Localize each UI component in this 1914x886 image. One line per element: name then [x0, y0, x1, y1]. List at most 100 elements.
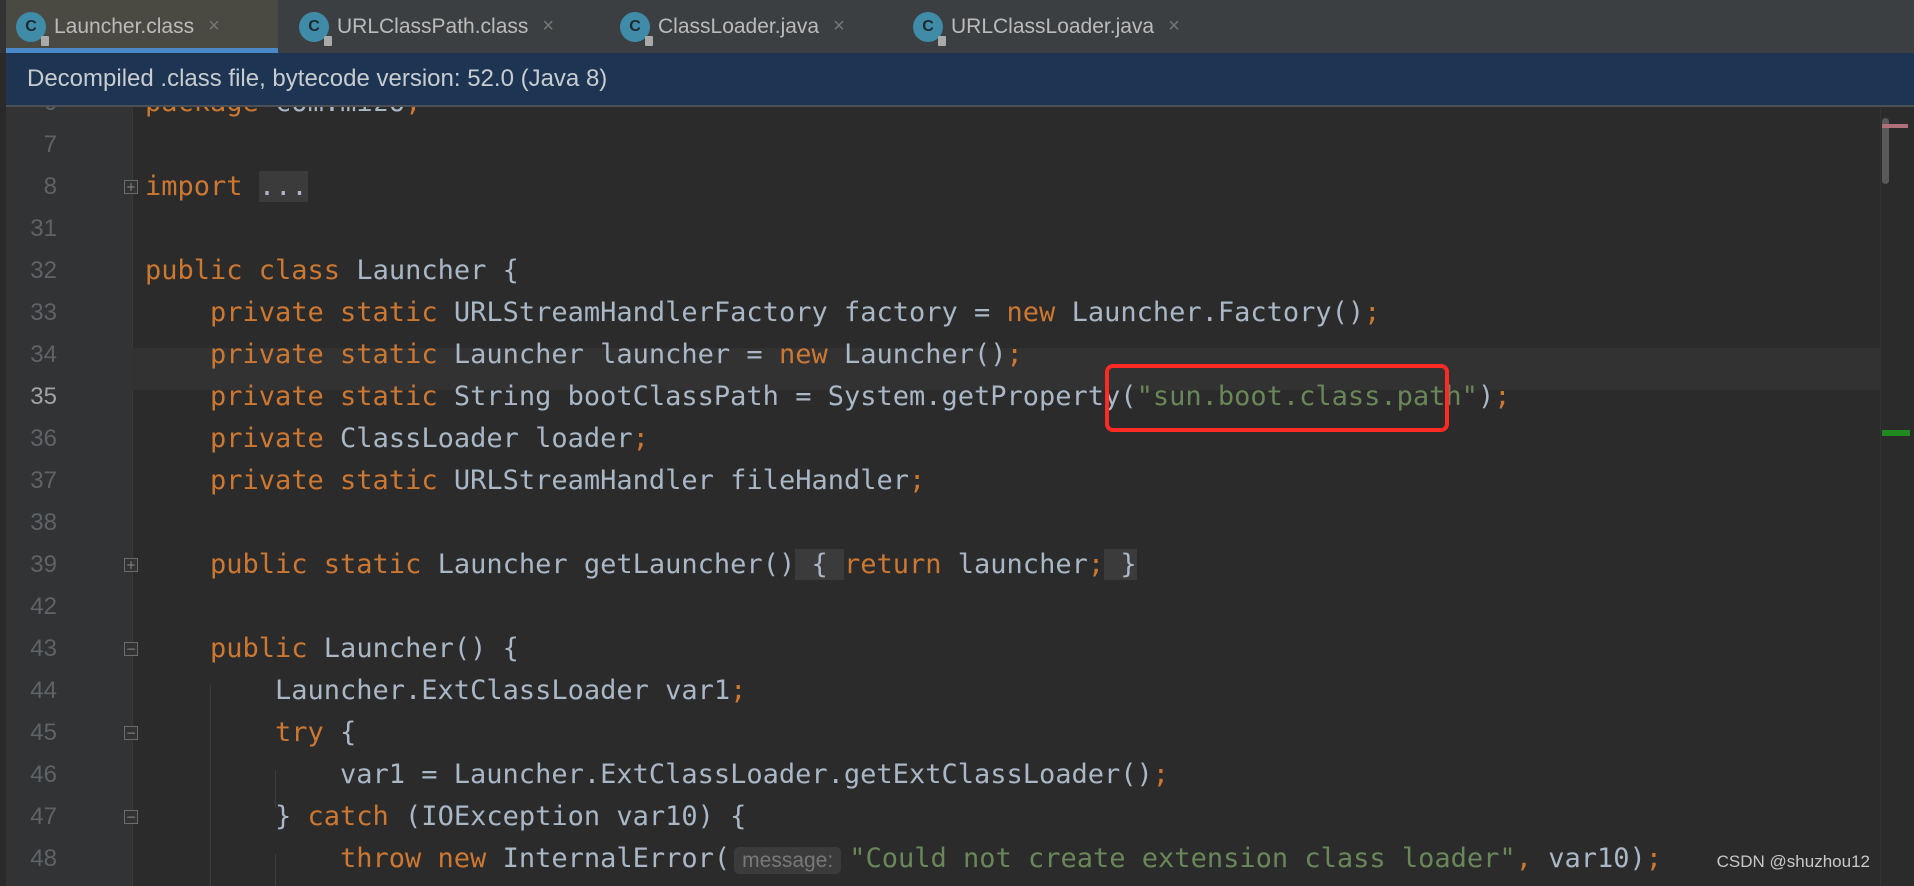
code-text: private static URLStreamHandlerFactory f… [210, 292, 1380, 334]
code-token: ClassLoader loader [323, 423, 633, 454]
close-icon[interactable]: × [833, 15, 845, 38]
code-line: 44 Launcher.ExtClassLoader var1; [0, 670, 1880, 712]
code-token: URLStreamHandler fileHandler [437, 465, 909, 496]
code-line: 34 private static Launcher launcher = new… [0, 334, 1880, 376]
code-line: 39 + public static Launcher getLauncher() … [0, 544, 1880, 586]
code-line: 36 private ClassLoader loader; [0, 418, 1880, 460]
code-line: 43 − public Launcher() { [0, 628, 1880, 670]
line-number: 36 [30, 425, 57, 452]
code-token: var1 = Launcher.ExtClassLoader.getExtCla… [340, 759, 1153, 790]
code-text: private static Launcher launcher = new L… [210, 334, 1023, 376]
code-line: 45 − try { [0, 712, 1880, 754]
code-token: ) [1477, 381, 1495, 412]
keyword-token: ; [632, 423, 649, 454]
keyword-token: ; [1494, 381, 1511, 412]
code-line: 8 + import ... [0, 166, 1880, 208]
code-text: import ... [145, 166, 308, 208]
close-icon[interactable]: × [542, 15, 554, 38]
code-line: 47 −} catch (IOException var10) { [0, 796, 1880, 838]
keyword-token: public static [210, 549, 422, 580]
code-line: 37 private static URLStreamHandler fileHa… [0, 460, 1880, 502]
tab-label: Launcher.class [54, 14, 195, 38]
keyword-token: ; [1006, 339, 1023, 370]
class-file-icon: C [16, 11, 49, 46]
code-text: public class Launcher { [145, 250, 519, 292]
folded-region[interactable]: ... [258, 171, 308, 202]
code-text: public static Launcher getLauncher() { r… [210, 544, 1137, 586]
code-text: Launcher.ExtClassLoader var1; [275, 670, 746, 712]
code-token: Launcher getLauncher() [421, 549, 796, 580]
annotation-highlight-box [1105, 364, 1449, 432]
keyword-token: ; [730, 675, 747, 706]
folded-region[interactable]: { [795, 549, 844, 580]
keyword-token: try [275, 717, 324, 748]
line-number: 47 [30, 803, 57, 830]
fold-collapse-icon[interactable]: − [124, 726, 138, 740]
code-line: 42 [0, 586, 1880, 628]
vertical-scrollbar[interactable] [1880, 108, 1914, 886]
keyword-token: private static [210, 465, 438, 496]
keyword-token: return [843, 549, 942, 580]
keyword-token: throw new [340, 843, 487, 874]
keyword-token: private static [210, 381, 438, 412]
tab-urlclasspath-class[interactable]: C URLClassPath.class × [289, 0, 600, 53]
code-line: 7 [0, 124, 1880, 166]
code-token: Launcher() [827, 339, 1007, 370]
line-number: 8 [43, 173, 57, 200]
tab-label: ClassLoader.java [658, 14, 820, 38]
line-number: 48 [30, 845, 57, 872]
tab-label: URLClassLoader.java [951, 14, 1155, 38]
lock-icon [41, 35, 49, 46]
folded-region[interactable]: } [1104, 549, 1137, 580]
code-line: 31 [0, 208, 1880, 250]
line-number: 46 [30, 761, 57, 788]
class-file-icon: C [913, 11, 946, 46]
code-token: Launcher launcher = [437, 339, 779, 370]
code-line: 33 private static URLStreamHandlerFactory… [0, 292, 1880, 334]
code-token: URLStreamHandlerFactory factory = [437, 297, 1007, 328]
line-number: 35 [30, 383, 57, 410]
code-token: (IOException var10) { [388, 801, 747, 832]
code-text: private ClassLoader loader; [210, 418, 649, 460]
fold-collapse-icon[interactable]: − [124, 642, 138, 656]
code-token: Launcher() { [307, 633, 519, 664]
keyword-token: ; [1364, 297, 1381, 328]
keyword-token: new [778, 339, 828, 370]
keyword-token: catch [307, 801, 389, 832]
fold-expand-icon[interactable]: + [124, 180, 138, 194]
keyword-token: public [210, 633, 308, 664]
code-line: 46 var1 = Launcher.ExtClassLoader.getExtC… [0, 754, 1880, 796]
code-token: Launcher.Factory() [1055, 297, 1365, 328]
keyword-token: ; [1152, 759, 1170, 790]
close-icon[interactable]: × [1168, 15, 1180, 38]
keyword-token: private static [210, 297, 438, 328]
error-stripe-marker[interactable] [1882, 124, 1908, 128]
code-token: var10) [1531, 843, 1646, 874]
watermark: CSDN @shuzhou12 [1716, 852, 1870, 871]
fold-expand-icon[interactable]: + [124, 558, 138, 572]
code-token: launcher [941, 549, 1088, 580]
line-number: 43 [30, 635, 57, 662]
code-line: 48 throw new InternalError(message: "Could… [0, 838, 1880, 880]
tab-launcher-class[interactable]: C Launcher.class × [6, 0, 278, 53]
close-icon[interactable]: × [208, 15, 220, 38]
code-text: private static URLStreamHandler fileHand… [210, 460, 925, 502]
lock-icon [645, 35, 653, 46]
line-number: 37 [30, 467, 57, 494]
keyword-token: ; [908, 465, 926, 496]
code-text: public Launcher() { [210, 628, 519, 670]
fold-collapse-icon[interactable]: − [124, 810, 138, 824]
lock-icon [938, 35, 946, 46]
code-token: String bootClassPath = System.getPropert… [437, 381, 1137, 412]
tab-urlclassloader-java[interactable]: C URLClassLoader.java × [903, 0, 1202, 53]
code-text: throw new InternalError(message: "Could n… [340, 838, 1662, 882]
code-line: 32 public class Launcher { [0, 250, 1880, 292]
change-stripe-marker[interactable] [1882, 430, 1910, 436]
tab-classloader-java[interactable]: C ClassLoader.java × [610, 0, 891, 53]
parameter-hint: message: [734, 847, 842, 874]
code-token: } [275, 801, 308, 832]
code-token: Launcher.ExtClassLoader var1 [275, 675, 731, 706]
keyword-token: new [1006, 297, 1056, 328]
line-number: 44 [30, 677, 57, 704]
